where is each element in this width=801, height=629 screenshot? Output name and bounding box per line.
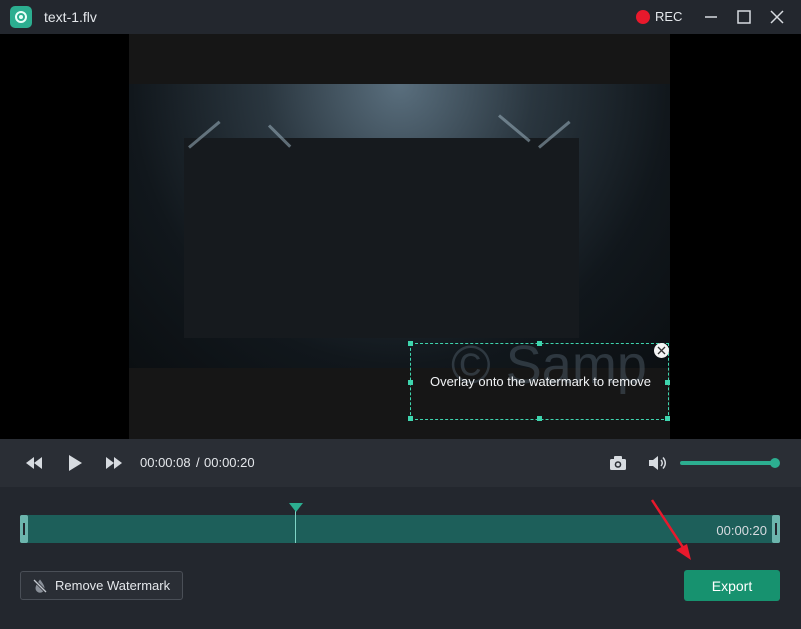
- snapshot-button[interactable]: [607, 452, 629, 474]
- app-window: text-1.flv REC © Samp Overlay onto the w…: [0, 0, 801, 629]
- resize-handle-bottom-left[interactable]: [408, 416, 413, 421]
- rec-button[interactable]: REC: [636, 9, 682, 24]
- resize-handle-bottom[interactable]: [537, 416, 542, 421]
- video-preview: © Samp Overlay onto the watermark to rem…: [0, 34, 801, 439]
- volume-button[interactable]: [647, 452, 669, 474]
- close-icon: [657, 346, 666, 355]
- annotation-arrow-icon: [650, 499, 691, 560]
- video-scene-dark-area: [184, 138, 579, 338]
- time-separator: /: [196, 455, 200, 470]
- resize-handle-right[interactable]: [665, 380, 670, 385]
- trim-start-handle[interactable]: [20, 515, 28, 543]
- volume-slider-knob[interactable]: [770, 458, 780, 468]
- watermark-off-icon: [32, 578, 48, 594]
- fast-forward-button[interactable]: [103, 452, 125, 474]
- overlay-instruction: Overlay onto the watermark to remove: [429, 374, 652, 389]
- timeline-end-time: 00:00:20: [716, 523, 767, 538]
- playhead-marker[interactable]: [289, 503, 303, 512]
- close-window-button[interactable]: [767, 7, 787, 27]
- window-title: text-1.flv: [44, 9, 97, 25]
- trim-end-handle[interactable]: [772, 515, 780, 543]
- play-icon: [69, 455, 82, 471]
- fast-forward-icon: [106, 457, 122, 469]
- remove-selection-button[interactable]: [654, 343, 669, 358]
- record-icon: [636, 9, 650, 24]
- rewind-icon: [26, 457, 42, 469]
- watermark-selection-box[interactable]: Overlay onto the watermark to remove: [408, 341, 670, 421]
- volume-slider-track[interactable]: [680, 461, 775, 465]
- remove-watermark-label: Remove Watermark: [55, 578, 171, 593]
- remove-watermark-button[interactable]: Remove Watermark: [20, 571, 183, 600]
- minimize-button[interactable]: [701, 7, 721, 27]
- export-button[interactable]: Export: [684, 570, 780, 601]
- current-time: 00:00:08: [140, 455, 191, 470]
- maximize-icon: [737, 10, 751, 24]
- playhead-line[interactable]: [295, 509, 296, 543]
- resize-handle-top-left[interactable]: [408, 341, 413, 346]
- maximize-button[interactable]: [734, 7, 754, 27]
- resize-handle-left[interactable]: [408, 380, 413, 385]
- play-button[interactable]: [64, 452, 86, 474]
- resize-handle-top[interactable]: [537, 341, 542, 346]
- total-time: 00:00:20: [204, 455, 255, 470]
- volume-icon: [649, 456, 666, 470]
- player-controls: 00:00:08 / 00:00:20: [0, 439, 801, 487]
- resize-handle-bottom-right[interactable]: [665, 416, 670, 421]
- title-bar: text-1.flv REC: [0, 0, 801, 34]
- app-logo-icon: [10, 6, 32, 28]
- rewind-button[interactable]: [23, 452, 45, 474]
- camera-icon: [610, 456, 626, 470]
- close-icon: [770, 10, 784, 24]
- rec-label: REC: [655, 9, 683, 24]
- minimize-icon: [705, 16, 717, 18]
